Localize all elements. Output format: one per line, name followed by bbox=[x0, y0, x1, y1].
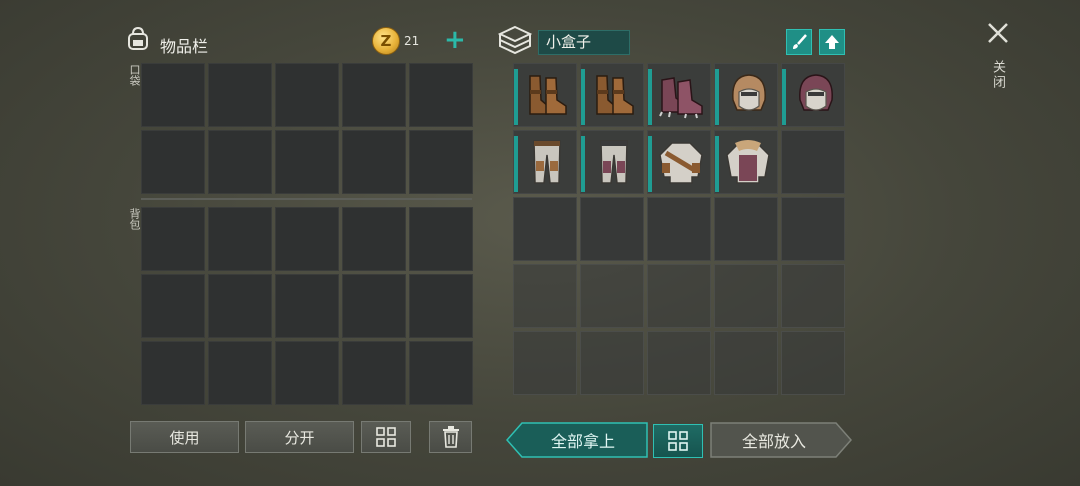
pocket-slot[interactable] bbox=[208, 63, 272, 127]
box-slot[interactable] bbox=[781, 331, 845, 395]
backpack-label: 背包 bbox=[128, 208, 141, 230]
pocket-slot[interactable] bbox=[409, 130, 473, 194]
sort-box-button[interactable] bbox=[653, 424, 703, 458]
spiked-boots-icon bbox=[659, 77, 703, 119]
box-slot[interactable] bbox=[513, 63, 577, 127]
box-slot[interactable] bbox=[714, 331, 778, 395]
box-slot[interactable] bbox=[647, 63, 711, 127]
inventory-title: 物品栏 bbox=[160, 37, 209, 56]
section-divider bbox=[141, 198, 472, 200]
box-slot[interactable] bbox=[714, 197, 778, 261]
pocket-slot[interactable] bbox=[342, 130, 406, 194]
leather-boots-icon bbox=[596, 75, 634, 115]
backpack-slot[interactable] bbox=[275, 207, 339, 271]
backpack-slot[interactable] bbox=[409, 341, 473, 405]
backpack-slot[interactable] bbox=[208, 341, 272, 405]
add-coins-button[interactable]: + bbox=[444, 27, 466, 53]
trash-icon bbox=[442, 426, 459, 448]
backpack-slot[interactable] bbox=[342, 274, 406, 338]
pocket-slot[interactable] bbox=[141, 130, 205, 194]
backpack-slot[interactable] bbox=[141, 207, 205, 271]
box-slot[interactable] bbox=[513, 331, 577, 395]
box-slot[interactable] bbox=[781, 130, 845, 194]
box-slot[interactable] bbox=[714, 63, 778, 127]
grid-sort-icon bbox=[376, 427, 396, 447]
box-slot[interactable] bbox=[513, 264, 577, 328]
use-button[interactable]: 使用 bbox=[130, 421, 239, 453]
box-name-field[interactable]: 小盒子 bbox=[538, 30, 630, 55]
pocket-slot[interactable] bbox=[275, 63, 339, 127]
pocket-label: 口袋 bbox=[128, 64, 141, 86]
backpack-slot[interactable] bbox=[141, 274, 205, 338]
sort-inventory-button[interactable] bbox=[361, 421, 411, 453]
paint-button[interactable] bbox=[786, 29, 812, 55]
backpack-slot[interactable] bbox=[409, 207, 473, 271]
brush-icon bbox=[793, 34, 807, 49]
coin-count: 21 bbox=[404, 34, 420, 48]
delete-button[interactable] bbox=[429, 421, 472, 453]
box-slot[interactable] bbox=[714, 264, 778, 328]
box-icon bbox=[498, 25, 532, 55]
purple-hood-icon bbox=[799, 74, 833, 111]
take-all-button[interactable]: 全部拿上 bbox=[520, 422, 646, 458]
split-button[interactable]: 分开 bbox=[245, 421, 354, 453]
pocket-slot[interactable] bbox=[342, 63, 406, 127]
box-slot[interactable] bbox=[781, 264, 845, 328]
box-slot[interactable] bbox=[580, 264, 644, 328]
backpack-slot[interactable] bbox=[275, 274, 339, 338]
coin-icon: Z bbox=[372, 27, 400, 55]
box-slot[interactable] bbox=[580, 197, 644, 261]
leather-pants-icon bbox=[533, 140, 561, 184]
backpack-slot[interactable] bbox=[409, 274, 473, 338]
backpack-icon bbox=[128, 26, 148, 50]
box-slot[interactable] bbox=[513, 197, 577, 261]
arrow-up-icon bbox=[825, 35, 839, 49]
box-slot[interactable] bbox=[781, 63, 845, 127]
backpack-grid bbox=[141, 207, 473, 405]
purple-jacket-icon bbox=[726, 140, 770, 184]
box-grid bbox=[513, 63, 845, 404]
box-slot[interactable] bbox=[714, 130, 778, 194]
close-icon[interactable] bbox=[985, 20, 1011, 46]
backpack-slot[interactable] bbox=[208, 207, 272, 271]
backpack-slot[interactable] bbox=[342, 341, 406, 405]
box-slot[interactable] bbox=[647, 130, 711, 194]
pocket-slot[interactable] bbox=[208, 130, 272, 194]
box-slot[interactable] bbox=[781, 197, 845, 261]
box-slot[interactable] bbox=[647, 331, 711, 395]
box-slot[interactable] bbox=[580, 331, 644, 395]
backpack-slot[interactable] bbox=[342, 207, 406, 271]
pocket-grid bbox=[141, 63, 473, 194]
pocket-slot[interactable] bbox=[409, 63, 473, 127]
pocket-slot[interactable] bbox=[275, 130, 339, 194]
leather-hood-icon bbox=[732, 74, 766, 111]
upgrade-button[interactable] bbox=[819, 29, 845, 55]
grid-sort-icon bbox=[668, 431, 688, 451]
pocket-slot[interactable] bbox=[141, 63, 205, 127]
close-label[interactable]: 关闭 bbox=[988, 60, 1007, 90]
box-slot[interactable] bbox=[580, 130, 644, 194]
box-slot[interactable] bbox=[513, 130, 577, 194]
leather-boots-icon bbox=[529, 75, 567, 115]
box-slot[interactable] bbox=[580, 63, 644, 127]
box-slot[interactable] bbox=[647, 264, 711, 328]
leather-jacket-icon bbox=[659, 142, 703, 184]
box-slot[interactable] bbox=[647, 197, 711, 261]
purple-pants-icon bbox=[600, 140, 628, 184]
put-all-button[interactable]: 全部放入 bbox=[712, 422, 836, 458]
backpack-slot[interactable] bbox=[275, 341, 339, 405]
backpack-slot[interactable] bbox=[141, 341, 205, 405]
backpack-slot[interactable] bbox=[208, 274, 272, 338]
